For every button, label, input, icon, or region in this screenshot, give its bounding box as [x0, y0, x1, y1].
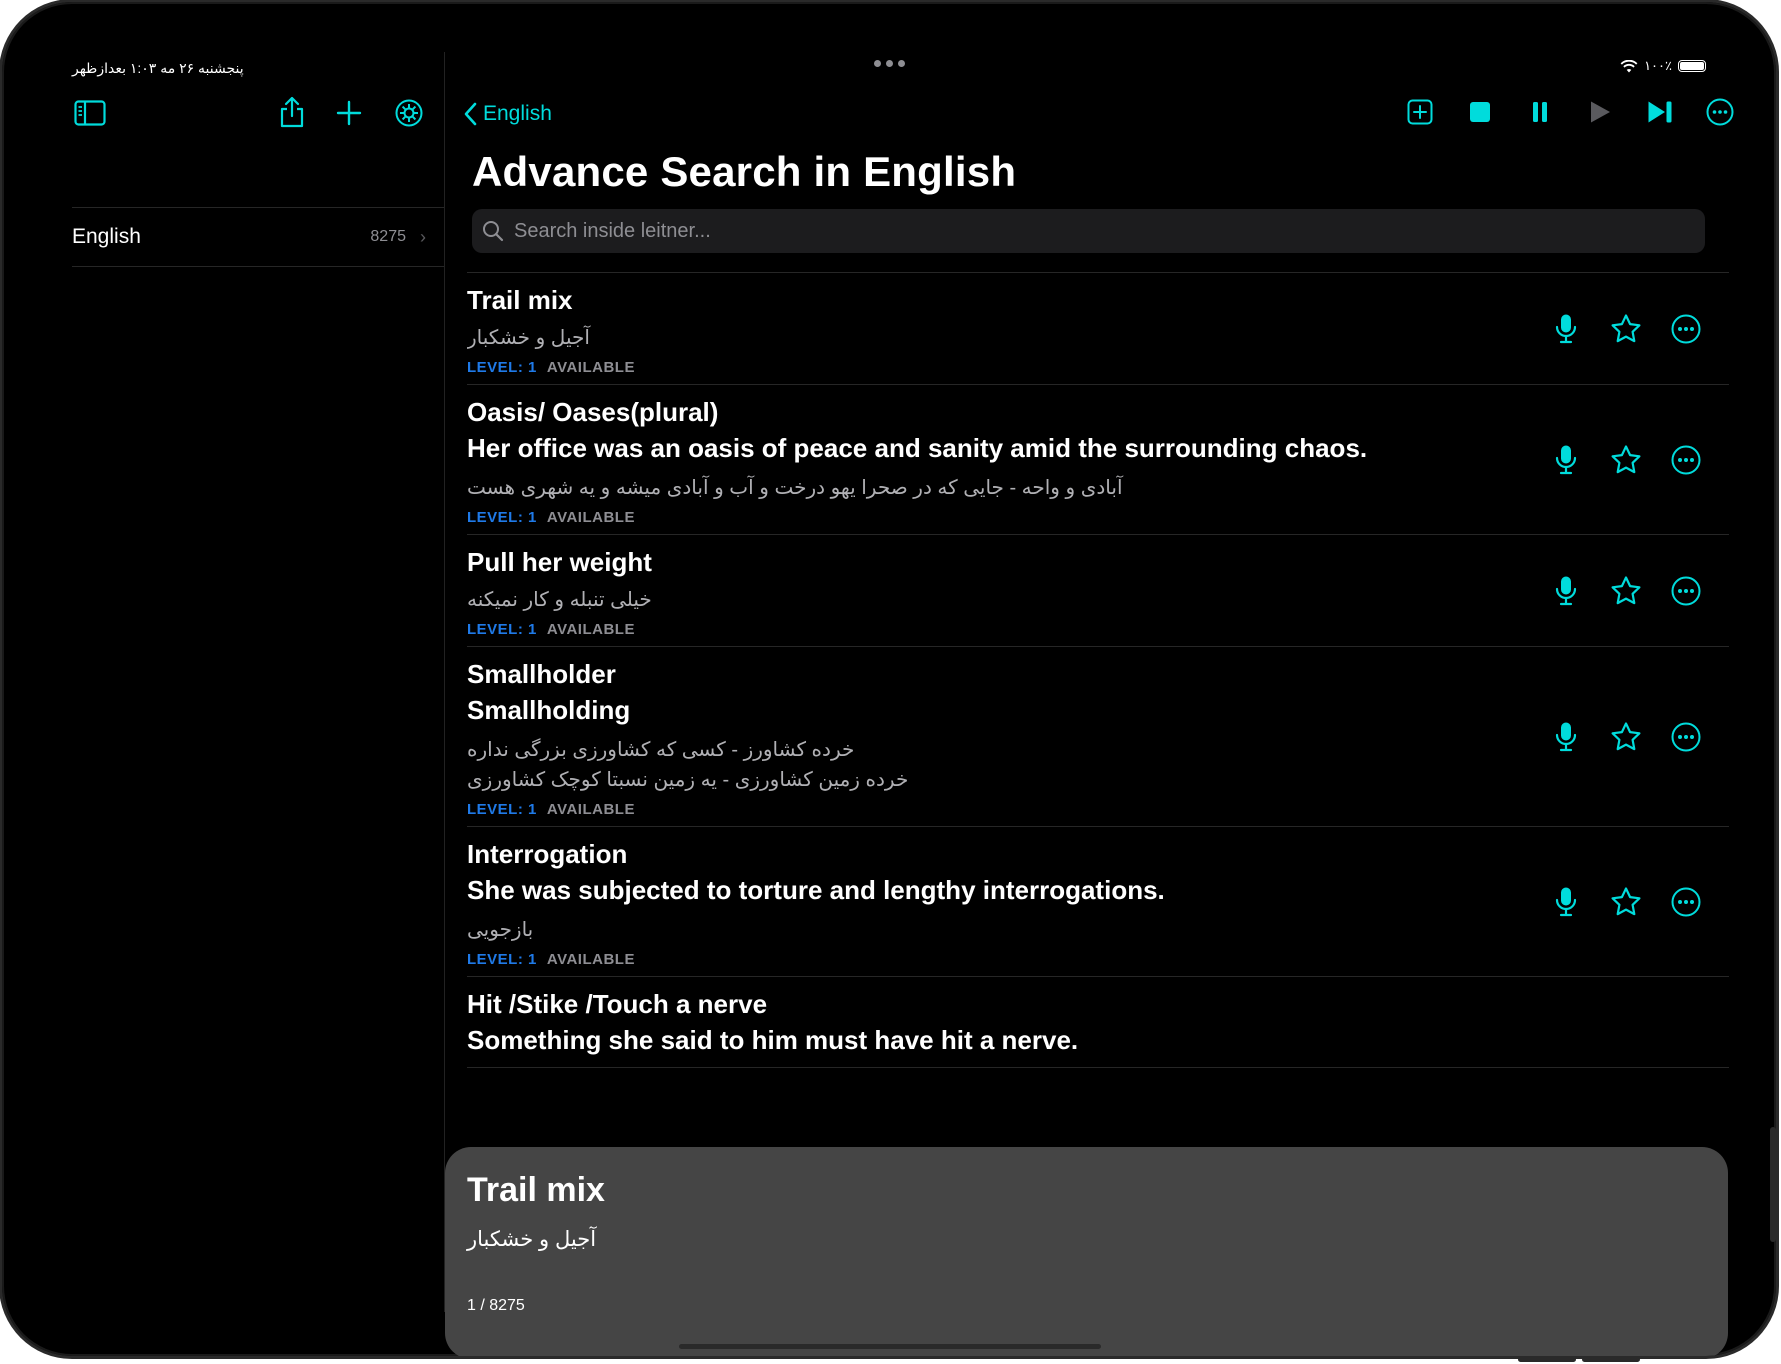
- more-icon[interactable]: [1669, 443, 1703, 477]
- word-title: Trail mix: [467, 285, 573, 315]
- star-icon[interactable]: [1609, 574, 1643, 608]
- chevron-right-icon: ›: [420, 226, 426, 247]
- sidebar-item-count: 8275: [370, 228, 406, 245]
- add-square-icon: [1407, 99, 1433, 125]
- more-icon[interactable]: [1669, 574, 1703, 608]
- more-icon: [1706, 98, 1734, 126]
- star-icon[interactable]: [1609, 885, 1643, 919]
- star-icon[interactable]: [1609, 720, 1643, 754]
- skip-forward-icon: [1648, 101, 1672, 123]
- word-list: Trail mix آجیل و خشکبار LEVEL: 1 AVAILABLE …: [467, 272, 1729, 1146]
- more-icon[interactable]: [1669, 312, 1703, 346]
- share-icon[interactable]: [279, 96, 305, 133]
- word-sentence: She was subjected to torture and lengthy…: [467, 875, 1165, 905]
- skip-forward-button[interactable]: [1644, 96, 1676, 128]
- sidebar-item-english[interactable]: English 8275 ›: [72, 207, 444, 267]
- list-item[interactable]: Interrogation She was subjected to tortur…: [467, 827, 1729, 977]
- list-item[interactable]: Trail mix آجیل و خشکبار LEVEL: 1 AVAILABLE: [467, 273, 1729, 385]
- gear-icon[interactable]: [394, 98, 424, 133]
- hardware-button: [1518, 1357, 1576, 1362]
- mic-icon[interactable]: [1549, 443, 1583, 477]
- word-meaning: بازجویی: [467, 919, 534, 941]
- mic-icon[interactable]: [1549, 312, 1583, 346]
- status-badge: AVAILABLE: [546, 509, 635, 526]
- word-sentence: Something she said to him must have hit …: [467, 1025, 1079, 1055]
- word-sentence: Smallholding: [467, 695, 631, 725]
- pause-icon: [1533, 102, 1547, 122]
- pause-button[interactable]: [1524, 96, 1556, 128]
- list-item[interactable]: Oasis/ Oases(plural) Her office was an oa…: [467, 385, 1729, 535]
- play-button[interactable]: [1584, 96, 1616, 128]
- word-meaning: آبادی و واحه - جایی که در صحرا یهو درخت …: [467, 477, 1123, 499]
- word-meaning: خرده زمین کشاورزی - یه زمین نسبتا کوچک ک…: [467, 769, 909, 791]
- hardware-button: [1582, 1357, 1640, 1362]
- play-icon: [1591, 101, 1610, 123]
- star-icon[interactable]: [1609, 312, 1643, 346]
- stop-button[interactable]: [1464, 96, 1496, 128]
- search-input[interactable]: [512, 218, 1617, 244]
- word-title: Pull her weight: [467, 547, 652, 577]
- panel-drag-handle[interactable]: [679, 1344, 1101, 1349]
- search-bar[interactable]: [472, 209, 1705, 253]
- ipad-frame: پنجشنبه ۲۶ مه ۱:۰۳ بعدازظهر ۱۰۰٪ English…: [2, 2, 1776, 1356]
- more-button[interactable]: [1704, 96, 1736, 128]
- now-playing-counter: 1 / 8275: [467, 1297, 525, 1314]
- mic-icon[interactable]: [1549, 720, 1583, 754]
- list-item[interactable]: Smallholder Smallholding خرده کشاورز - کسی…: [467, 647, 1729, 827]
- now-playing-title: Trail mix: [467, 1171, 605, 1209]
- word-meaning: خیلی تنبله و کار نمیکنه: [467, 589, 652, 611]
- chevron-left-icon: [464, 102, 477, 126]
- level-badge: LEVEL: 1: [467, 621, 537, 638]
- sidebar: English 8275 ›: [2, 52, 445, 1312]
- sidebar-toggle-icon[interactable]: [74, 100, 106, 131]
- list-item[interactable]: Hit /Stike /Touch a nerve Something she s…: [467, 977, 1729, 1068]
- stop-icon: [1470, 102, 1490, 122]
- back-button[interactable]: English: [463, 102, 552, 126]
- level-badge: LEVEL: 1: [467, 951, 537, 968]
- status-badge: AVAILABLE: [546, 359, 635, 376]
- word-meaning: خرده کشاورز - کسی که کشاورزی بزرگی نداره: [467, 739, 855, 761]
- sidebar-item-label: English: [72, 225, 141, 248]
- status-badge: AVAILABLE: [546, 621, 635, 638]
- now-playing-meaning: آجیل و خشکبار: [467, 1228, 597, 1251]
- word-title: Hit /Stike /Touch a nerve: [467, 989, 768, 1019]
- level-badge: LEVEL: 1: [467, 801, 537, 818]
- plus-icon[interactable]: [336, 100, 362, 131]
- more-icon[interactable]: [1669, 885, 1703, 919]
- back-label: English: [483, 102, 552, 125]
- add-card-button[interactable]: [1404, 96, 1436, 128]
- word-title: Oasis/ Oases(plural): [467, 397, 719, 427]
- status-badge: AVAILABLE: [546, 951, 635, 968]
- star-icon[interactable]: [1609, 443, 1643, 477]
- mic-icon[interactable]: [1549, 574, 1583, 608]
- mic-icon[interactable]: [1549, 885, 1583, 919]
- more-icon[interactable]: [1669, 720, 1703, 754]
- word-meaning: آجیل و خشکبار: [467, 327, 590, 349]
- level-badge: LEVEL: 1: [467, 509, 537, 526]
- volume-button: [1770, 1127, 1776, 1242]
- word-sentence: Her office was an oasis of peace and san…: [467, 433, 1368, 463]
- level-badge: LEVEL: 1: [467, 359, 537, 376]
- main-content: English Advance Search in English Search…: [445, 52, 1776, 1356]
- now-playing-panel[interactable]: Trail mix آجیل و خشکبار 1 / 8275: [445, 1147, 1728, 1356]
- search-icon: [483, 221, 504, 242]
- list-item[interactable]: Pull her weight خیلی تنبله و کار نمیکنه LE…: [467, 535, 1729, 647]
- word-title: Smallholder: [467, 659, 616, 689]
- page-title: Advance Search in English: [472, 148, 1017, 195]
- toolbar: [1404, 96, 1736, 128]
- status-badge: AVAILABLE: [546, 801, 635, 818]
- word-title: Interrogation: [467, 839, 628, 869]
